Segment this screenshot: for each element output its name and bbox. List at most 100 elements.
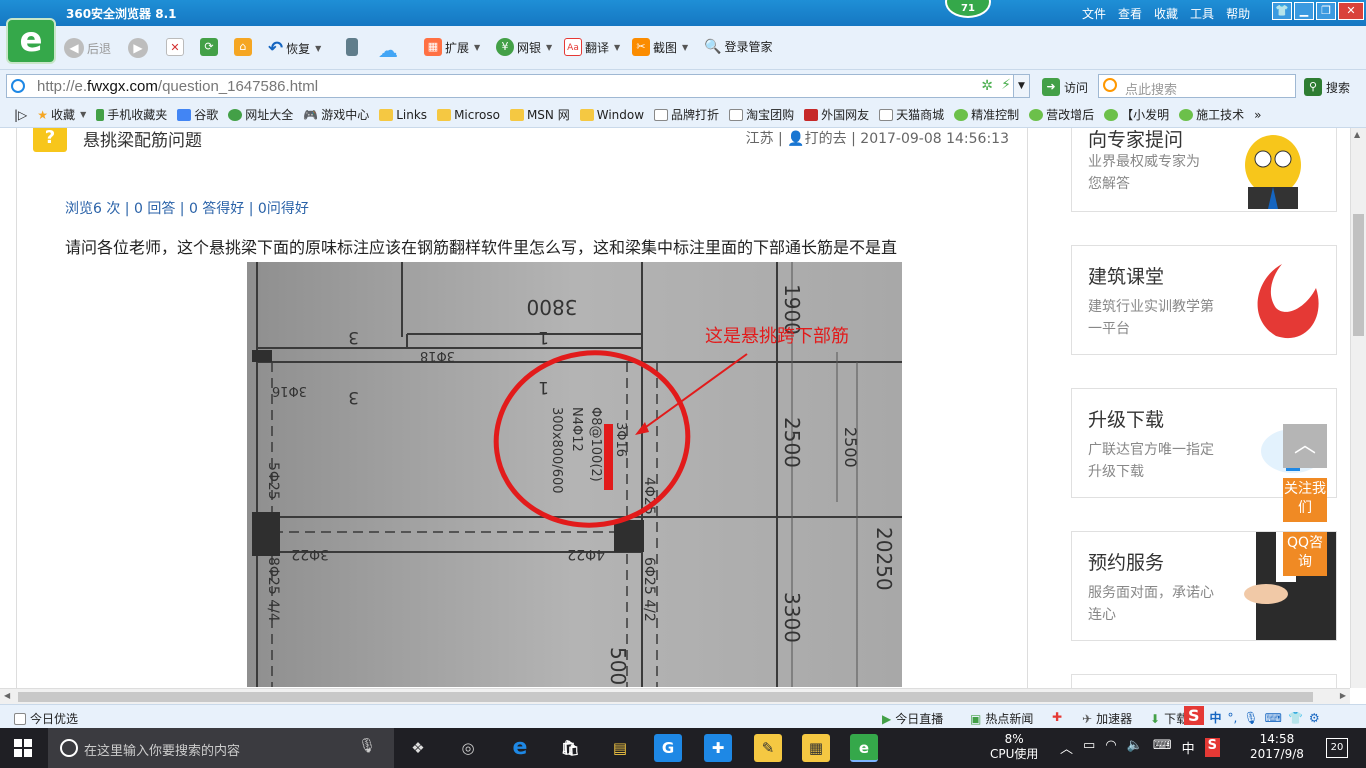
bookmark-item[interactable]: 🎮 游戏中心 <box>303 106 369 123</box>
history-dropdown-icon[interactable]: ▼ <box>1013 75 1029 97</box>
bookmark-item[interactable]: 网址大全 <box>228 106 293 123</box>
bookmark-favorites[interactable]: ★ 收藏 ▼ <box>37 106 86 123</box>
label-1b: 1 <box>538 377 549 397</box>
app-spiral-icon[interactable]: ◎ <box>454 734 482 762</box>
extend-button[interactable]: ▦ 扩展 ▼ <box>424 38 480 56</box>
wifi-icon[interactable]: ◠ <box>1105 738 1116 757</box>
back-to-top-button[interactable]: ︿ <box>1283 424 1327 468</box>
scroll-thumb[interactable] <box>1353 214 1364 336</box>
translate-button[interactable]: Aa 翻译 ▼ <box>564 38 620 56</box>
task-view-icon[interactable]: ❖ <box>404 734 432 762</box>
today-live[interactable]: ▶ 今日直播 <box>882 710 943 727</box>
menu-view[interactable]: 查看 <box>1118 5 1142 22</box>
360-browser-taskbar-icon[interactable]: e <box>850 734 878 762</box>
horizontal-scrollbar[interactable]: ◀ ▶ <box>0 688 1350 704</box>
cpu-monitor[interactable]: 8% CPU使用 <box>990 732 1038 762</box>
bookmark-item[interactable]: 谷歌 <box>177 106 218 123</box>
store-icon[interactable]: 🛍 <box>556 734 584 762</box>
back-button[interactable]: ◀ 后退 <box>64 38 111 58</box>
hscroll-thumb[interactable] <box>18 692 1313 702</box>
maximize-button[interactable]: ❐ <box>1316 2 1336 20</box>
keyboard-icon[interactable]: ⌨ <box>1153 738 1172 757</box>
sidebar-card-more[interactable] <box>1071 674 1337 688</box>
battery-icon[interactable]: ▭ <box>1083 738 1095 757</box>
volume-icon[interactable]: 🔈 <box>1127 738 1143 757</box>
back-arrow-icon: ◀ <box>64 38 84 58</box>
menu-help[interactable]: 帮助 <box>1226 5 1250 22</box>
taskbar-search[interactable]: 在这里输入你要搜索的内容 🎙 <box>48 728 394 768</box>
bookmark-item[interactable]: 【小发明 <box>1104 106 1169 123</box>
menu-file[interactable]: 文件 <box>1082 5 1106 22</box>
stop-button[interactable]: ✕ <box>166 38 184 56</box>
clock[interactable]: 14:58 2017/9/8 <box>1250 732 1304 762</box>
bookmark-item[interactable]: 营改增后 <box>1029 106 1094 123</box>
app-yellow-icon[interactable]: ▦ <box>802 734 830 762</box>
home-button[interactable]: ⌂ <box>234 38 252 56</box>
ime-toolbar[interactable]: S 中 °, 🎙 ⌨ 👕 ⚙ <box>1184 705 1320 726</box>
translate-icon: Aa <box>564 38 582 56</box>
chevron-up-icon[interactable]: ︿ <box>1060 738 1073 757</box>
bank-button[interactable]: ¥ 网银 ▼ <box>496 38 552 56</box>
search-engine-icon[interactable] <box>1103 78 1117 92</box>
ime-indicator[interactable]: 中 <box>1182 738 1195 757</box>
notification-badge[interactable]: 71 <box>945 0 991 18</box>
meta-user[interactable]: 打的去 <box>805 131 847 147</box>
sidebar-card-expert[interactable]: 向专家提问 业界最权威专家为您解答 <box>1071 128 1337 212</box>
status-add[interactable]: ✚ <box>1052 710 1062 724</box>
windows-start-icon[interactable] <box>14 739 32 757</box>
mobile-button[interactable] <box>346 38 358 56</box>
minimize-button[interactable]: ▁ <box>1294 2 1314 20</box>
folder-icon <box>579 108 594 121</box>
cloud-button[interactable]: ☁ <box>378 38 398 62</box>
menu-tools[interactable]: 工具 <box>1190 5 1214 22</box>
forward-button[interactable]: ▶ <box>128 38 148 58</box>
bookmark-item[interactable]: Links <box>379 108 427 122</box>
sogou-tray-icon[interactable]: S <box>1204 738 1220 757</box>
notification-center-icon[interactable]: 20 <box>1326 738 1348 758</box>
close-button[interactable]: ✕ <box>1338 2 1364 20</box>
menu-favorites[interactable]: 收藏 <box>1154 5 1178 22</box>
visit-button[interactable]: ➜ 访问 <box>1042 78 1088 96</box>
accelerator[interactable]: ✈ 加速器 <box>1082 710 1132 727</box>
address-input[interactable]: http://e.fwxgx.com/question_1647586.html… <box>6 74 1030 98</box>
app-g-icon[interactable]: G <box>654 734 682 762</box>
dim-right-2: 2500 <box>780 417 804 468</box>
bookmark-item[interactable]: Window <box>579 108 644 122</box>
sidebar-card-class[interactable]: 建筑课堂 建筑行业实训教学第一平台 <box>1071 245 1337 355</box>
bookmark-item[interactable]: 外国网友 <box>804 106 869 123</box>
app-plus-icon[interactable]: ✚ <box>704 734 732 762</box>
qq-consult-button[interactable]: QQ咨询 <box>1283 532 1327 576</box>
meta-location[interactable]: 江苏 <box>746 131 774 147</box>
skin-icon[interactable]: 👕 <box>1272 2 1292 20</box>
downloads[interactable]: ⬇ 下载 <box>1150 710 1188 727</box>
more-chevron-icon[interactable]: » <box>1254 108 1261 122</box>
bookmark-item[interactable]: 施工技术 <box>1179 106 1244 123</box>
keyboard-icon: ⌨ <box>1264 710 1282 725</box>
hot-news[interactable]: ▣ 热点新闻 <box>970 710 1033 727</box>
sidebar-toggle-icon[interactable]: |▷ <box>14 108 27 122</box>
bookmark-item[interactable]: 品牌打折 <box>654 106 719 123</box>
notepad-app-icon[interactable]: ✎ <box>754 734 782 762</box>
bookmark-item[interactable]: 精准控制 <box>954 106 1019 123</box>
login-manager-button[interactable]: 🔍 登录管家 <box>704 38 772 55</box>
bookmark-item[interactable]: 淘宝团购 <box>729 106 794 123</box>
bookmark-item[interactable]: 手机收藏夹 <box>96 106 167 123</box>
browser-logo-icon[interactable]: e <box>6 18 56 64</box>
file-explorer-icon[interactable]: ▤ <box>606 734 634 762</box>
bookmark-item[interactable]: MSN 网 <box>509 106 570 123</box>
screenshot-button[interactable]: ✂ 截图 ▼ <box>632 38 688 56</box>
bookmark-item[interactable]: Microso <box>437 108 500 122</box>
bookmark-item[interactable]: 天猫商城 <box>879 106 944 123</box>
question-image[interactable]: 3800 3 1 3Φ18 3Φ16 3 1 5Φ25 3Φ22 4Φ22 8Φ… <box>247 262 902 687</box>
microphone-icon[interactable]: 🎙 <box>358 738 376 754</box>
follow-us-button[interactable]: 关注我们 <box>1283 478 1327 522</box>
refresh-button[interactable]: ⟳ <box>200 38 218 56</box>
edge-browser-icon[interactable]: e <box>506 734 534 762</box>
vertical-scrollbar[interactable]: ▲ <box>1350 128 1366 688</box>
today-picks[interactable]: 今日优选 <box>14 710 78 727</box>
restore-button[interactable]: ↶ 恢复 ▼ <box>268 38 321 59</box>
lightning-icon[interactable]: ⚡ <box>1001 77 1011 93</box>
search-button[interactable]: ⚲ 搜索 <box>1304 78 1350 96</box>
url-text[interactable]: http://e.fwxgx.com/question_1647586.html <box>37 78 318 95</box>
search-input[interactable]: 点此搜索 <box>1098 74 1296 98</box>
